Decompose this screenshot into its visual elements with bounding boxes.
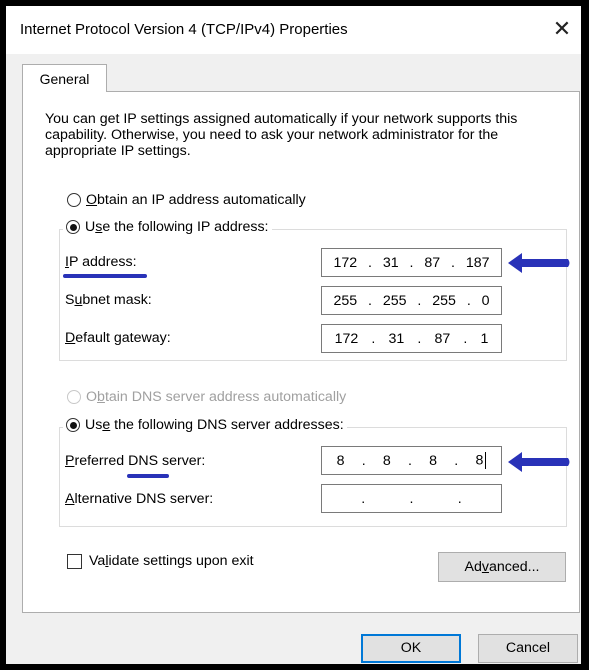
cancel-button[interactable]: Cancel	[478, 634, 578, 663]
radio-obtain-ip-auto[interactable]: Obtain an IP address automatically	[67, 192, 306, 208]
text-caret	[485, 452, 487, 469]
validate-settings-label: Validate settings upon exit	[89, 553, 254, 569]
ip-address-field[interactable]: 172. 31. 87. 187	[321, 248, 502, 277]
dialog-window: Internet Protocol Version 4 (TCP/IPv4) P…	[6, 6, 581, 664]
close-icon[interactable]: ✕	[549, 16, 575, 42]
tab-general[interactable]: General	[22, 64, 107, 92]
advanced-button[interactable]: Advanced...	[438, 552, 566, 582]
ip-address-label: IP address:	[65, 254, 137, 270]
radio-button[interactable]	[67, 193, 81, 207]
radio-button-selected[interactable]	[66, 220, 80, 234]
annotation-underline-dns	[127, 474, 169, 478]
validate-settings-checkbox[interactable]: Validate settings upon exit	[67, 553, 254, 569]
dialog-body: General You can get IP settings assigned…	[6, 54, 581, 664]
default-gateway-label: Default gateway:	[65, 330, 171, 346]
radio-obtain-ip-auto-label: Obtain an IP address automatically	[86, 192, 306, 208]
description-text: You can get IP settings assigned automat…	[45, 111, 518, 159]
radio-button-disabled	[67, 390, 81, 404]
radio-obtain-dns-auto-label: Obtain DNS server address automatically	[86, 389, 347, 405]
subnet-mask-label: Subnet mask:	[65, 292, 152, 308]
checkbox[interactable]	[67, 553, 82, 569]
radio-button-selected[interactable]	[66, 418, 80, 432]
subnet-mask-field[interactable]: 255. 255. 255. 0	[321, 286, 502, 315]
radio-use-following-dns[interactable]: Use the following DNS server addresses:	[63, 417, 347, 433]
annotation-underline-ip	[63, 274, 147, 278]
preferred-dns-field[interactable]: 8.8.8.8	[321, 446, 502, 475]
ok-button[interactable]: OK	[361, 634, 461, 663]
dialog-title: Internet Protocol Version 4 (TCP/IPv4) P…	[20, 21, 348, 38]
preferred-dns-label: Preferred DNS server:	[65, 453, 206, 469]
radio-use-following-ip-label: Use the following IP address:	[85, 219, 269, 235]
arrow-left-icon	[508, 253, 570, 273]
default-gateway-field[interactable]: 172. 31. 87. 1	[321, 324, 502, 353]
arrow-left-icon	[508, 452, 570, 472]
radio-use-following-dns-label: Use the following DNS server addresses:	[85, 417, 344, 433]
radio-obtain-dns-auto: Obtain DNS server address automatically	[67, 389, 346, 405]
general-panel: You can get IP settings assigned automat…	[22, 91, 580, 613]
alternative-dns-field[interactable]: ...	[321, 484, 502, 513]
title-bar: Internet Protocol Version 4 (TCP/IPv4) P…	[6, 6, 581, 54]
alternative-dns-label: Alternative DNS server:	[65, 491, 214, 507]
radio-use-following-ip[interactable]: Use the following IP address:	[63, 219, 272, 235]
